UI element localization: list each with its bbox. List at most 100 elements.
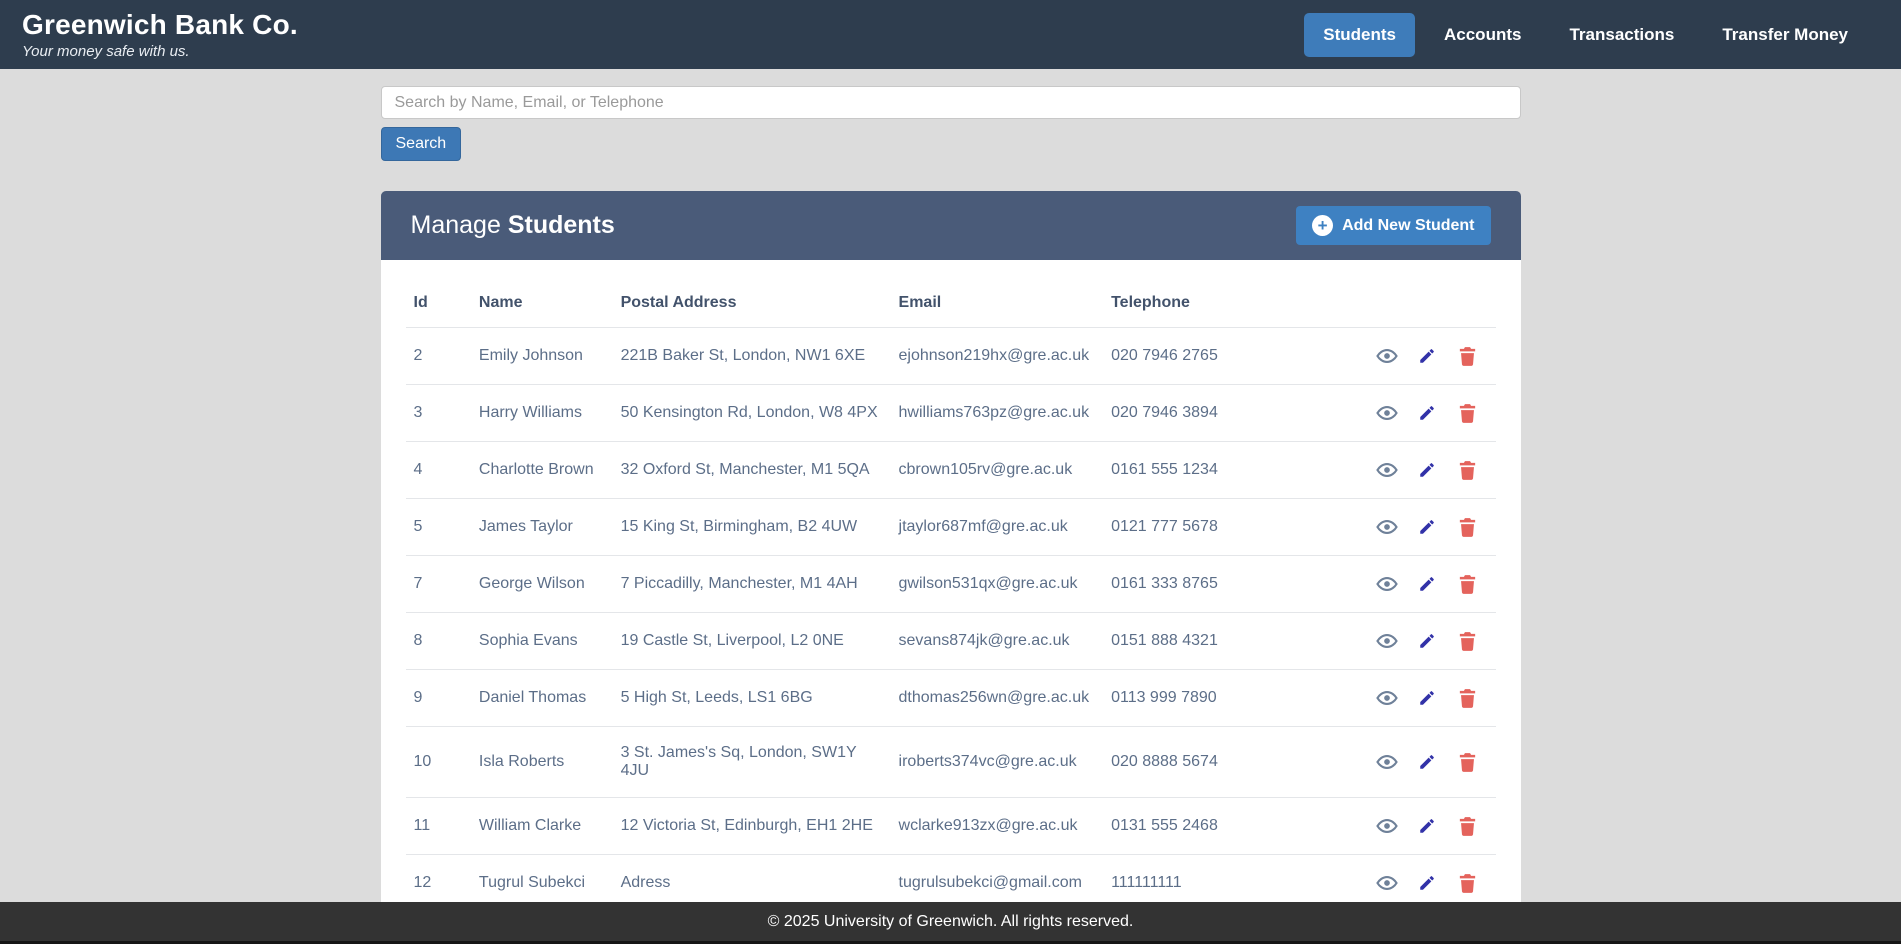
view-icon[interactable] <box>1376 459 1398 481</box>
delete-icon[interactable] <box>1457 459 1479 481</box>
edit-icon[interactable] <box>1416 459 1438 481</box>
cell-name: Tugrul Subekci <box>471 855 613 903</box>
cell-id: 2 <box>406 328 471 385</box>
nav-item-transfer-money[interactable]: Transfer Money <box>1703 13 1867 57</box>
cell-id: 3 <box>406 385 471 442</box>
edit-icon[interactable] <box>1416 815 1438 837</box>
cell-address: 19 Castle St, Liverpool, L2 0NE <box>613 613 891 670</box>
view-icon[interactable] <box>1376 402 1398 424</box>
table-row: 7 George Wilson 7 Piccadilly, Manchester… <box>406 556 1496 613</box>
cell-actions <box>1354 556 1496 613</box>
delete-icon[interactable] <box>1457 516 1479 538</box>
cell-address: Adress <box>613 855 891 903</box>
cell-email: hwilliams763pz@gre.ac.uk <box>891 385 1104 442</box>
cell-id: 9 <box>406 670 471 727</box>
delete-icon[interactable] <box>1457 751 1479 773</box>
search-section: Search <box>381 86 1521 161</box>
delete-icon[interactable] <box>1457 872 1479 894</box>
add-button-label: Add New Student <box>1342 217 1474 235</box>
students-table: Id Name Postal Address Email Telephone 2… <box>406 284 1496 902</box>
cell-telephone: 0151 888 4321 <box>1103 613 1354 670</box>
panel-title-prefix: Manage <box>411 211 501 239</box>
cell-email: iroberts374vc@gre.ac.uk <box>891 727 1104 798</box>
brand: Greenwich Bank Co. Your money safe with … <box>22 9 298 60</box>
add-new-student-button[interactable]: + Add New Student <box>1296 206 1490 245</box>
edit-icon[interactable] <box>1416 630 1438 652</box>
panel-header: Manage Students + Add New Student <box>381 191 1521 260</box>
nav-item-transactions[interactable]: Transactions <box>1550 13 1693 57</box>
panel-body: Id Name Postal Address Email Telephone 2… <box>381 260 1521 902</box>
table-row: 10 Isla Roberts 3 St. James's Sq, London… <box>406 727 1496 798</box>
students-table-body: 2 Emily Johnson 221B Baker St, London, N… <box>406 328 1496 903</box>
cell-email: cbrown105rv@gre.ac.uk <box>891 442 1104 499</box>
search-input[interactable] <box>381 86 1521 119</box>
cell-name: William Clarke <box>471 798 613 855</box>
delete-icon[interactable] <box>1457 630 1479 652</box>
delete-icon[interactable] <box>1457 815 1479 837</box>
table-row: 8 Sophia Evans 19 Castle St, Liverpool, … <box>406 613 1496 670</box>
view-icon[interactable] <box>1376 345 1398 367</box>
table-row: 3 Harry Williams 50 Kensington Rd, Londo… <box>406 385 1496 442</box>
cell-actions <box>1354 855 1496 903</box>
cell-telephone: 0161 333 8765 <box>1103 556 1354 613</box>
header-postal-address: Postal Address <box>613 284 891 328</box>
panel-title-emphasis: Students <box>508 211 615 239</box>
nav-item-accounts[interactable]: Accounts <box>1425 13 1540 57</box>
cell-telephone: 020 7946 2765 <box>1103 328 1354 385</box>
view-icon[interactable] <box>1376 516 1398 538</box>
cell-email: ejohnson219hx@gre.ac.uk <box>891 328 1104 385</box>
main-content: Search Manage Students + Add New Student <box>0 69 1901 902</box>
nav-item-students[interactable]: Students <box>1304 13 1415 57</box>
cell-id: 11 <box>406 798 471 855</box>
cell-email: sevans874jk@gre.ac.uk <box>891 613 1104 670</box>
cell-id: 5 <box>406 499 471 556</box>
cell-address: 221B Baker St, London, NW1 6XE <box>613 328 891 385</box>
edit-icon[interactable] <box>1416 573 1438 595</box>
view-icon[interactable] <box>1376 573 1398 595</box>
cell-telephone: 020 8888 5674 <box>1103 727 1354 798</box>
header-actions <box>1354 284 1496 328</box>
delete-icon[interactable] <box>1457 345 1479 367</box>
cell-id: 4 <box>406 442 471 499</box>
edit-icon[interactable] <box>1416 516 1438 538</box>
cell-telephone: 0113 999 7890 <box>1103 670 1354 727</box>
header-name: Name <box>471 284 613 328</box>
table-row: 9 Daniel Thomas 5 High St, Leeds, LS1 6B… <box>406 670 1496 727</box>
cell-id: 8 <box>406 613 471 670</box>
cell-telephone: 0121 777 5678 <box>1103 499 1354 556</box>
cell-email: jtaylor687mf@gre.ac.uk <box>891 499 1104 556</box>
cell-address: 15 King St, Birmingham, B2 4UW <box>613 499 891 556</box>
delete-icon[interactable] <box>1457 687 1479 709</box>
view-icon[interactable] <box>1376 630 1398 652</box>
view-icon[interactable] <box>1376 872 1398 894</box>
view-icon[interactable] <box>1376 751 1398 773</box>
cell-actions <box>1354 385 1496 442</box>
cell-address: 3 St. James's Sq, London, SW1Y 4JU <box>613 727 891 798</box>
delete-icon[interactable] <box>1457 573 1479 595</box>
view-icon[interactable] <box>1376 815 1398 837</box>
table-row: 5 James Taylor 15 King St, Birmingham, B… <box>406 499 1496 556</box>
delete-icon[interactable] <box>1457 402 1479 424</box>
edit-icon[interactable] <box>1416 751 1438 773</box>
edit-icon[interactable] <box>1416 687 1438 709</box>
brand-title: Greenwich Bank Co. <box>22 9 298 41</box>
cell-actions <box>1354 328 1496 385</box>
cell-name: Sophia Evans <box>471 613 613 670</box>
cell-actions <box>1354 499 1496 556</box>
cell-name: Isla Roberts <box>471 727 613 798</box>
cell-email: wclarke913zx@gre.ac.uk <box>891 798 1104 855</box>
edit-icon[interactable] <box>1416 402 1438 424</box>
cell-actions <box>1354 442 1496 499</box>
view-icon[interactable] <box>1376 687 1398 709</box>
cell-actions <box>1354 727 1496 798</box>
search-button[interactable]: Search <box>381 127 462 161</box>
cell-id: 10 <box>406 727 471 798</box>
edit-icon[interactable] <box>1416 872 1438 894</box>
cell-id: 7 <box>406 556 471 613</box>
header-id: Id <box>406 284 471 328</box>
cell-email: dthomas256wn@gre.ac.uk <box>891 670 1104 727</box>
header-telephone: Telephone <box>1103 284 1354 328</box>
cell-id: 12 <box>406 855 471 903</box>
footer-text: © 2025 University of Greenwich. All righ… <box>768 913 1134 931</box>
edit-icon[interactable] <box>1416 345 1438 367</box>
